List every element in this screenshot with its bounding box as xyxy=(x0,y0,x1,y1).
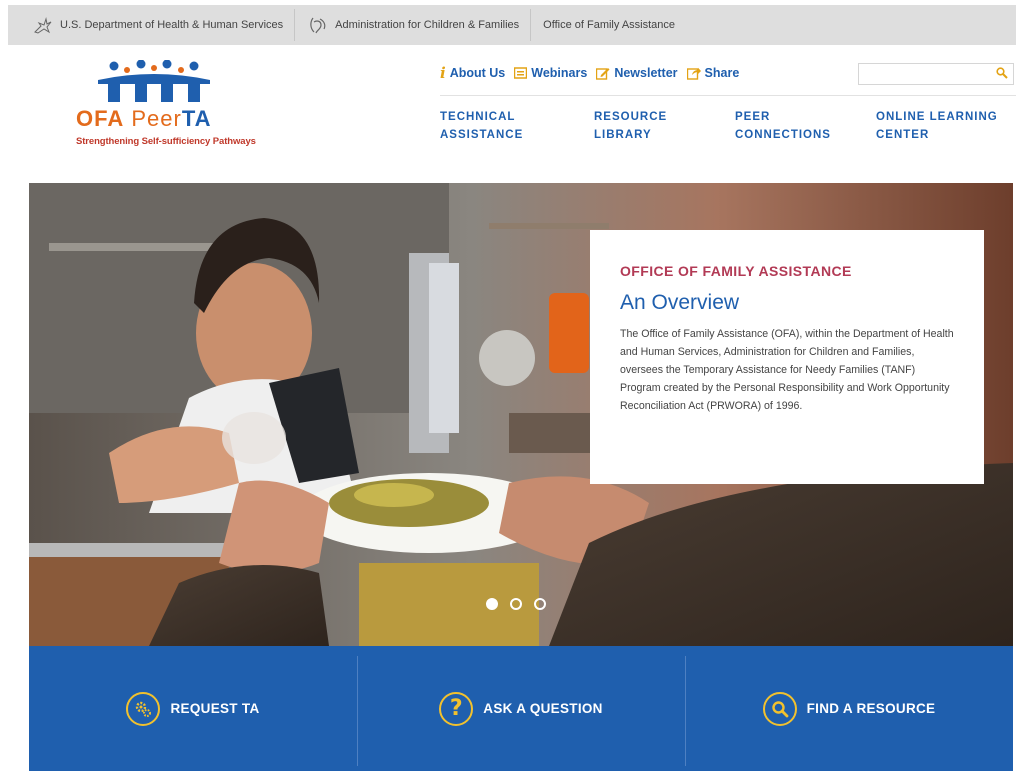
search-icon[interactable] xyxy=(996,67,1008,79)
carousel-dot-2[interactable] xyxy=(510,598,522,610)
overview-body: The Office of Family Assistance (OFA), w… xyxy=(620,328,954,412)
question-mark-icon: ? xyxy=(439,691,474,726)
nav-technical-assistance[interactable]: TECHNICAL ASSISTANCE xyxy=(440,108,523,144)
action-bar: REQUEST TA ? ASK A QUESTION FIND A RESOU… xyxy=(29,646,1013,771)
hhs-eagle-icon xyxy=(34,17,52,34)
webinar-icon xyxy=(514,67,528,79)
request-ta-button[interactable]: REQUEST TA xyxy=(29,646,357,771)
people-logo-icon xyxy=(98,60,210,102)
newsletter-link[interactable]: Newsletter xyxy=(596,66,678,80)
nav-line1: ONLINE LEARNING xyxy=(876,111,998,123)
nav-line1: RESOURCE xyxy=(594,111,668,123)
share-icon xyxy=(686,67,701,80)
hhs-link[interactable]: U.S. Department of Health & Human Servic… xyxy=(8,5,296,45)
nav-resource-library[interactable]: RESOURCE LIBRARY xyxy=(594,108,667,144)
ask-question-button[interactable]: ? ASK A QUESTION xyxy=(357,646,685,771)
share-label: Share xyxy=(704,66,740,80)
nav-line1: TECHNICAL xyxy=(440,111,516,123)
nav-line2: CONNECTIONS xyxy=(735,129,831,141)
webinars-link[interactable]: Webinars xyxy=(514,66,587,80)
info-icon: i xyxy=(440,64,446,82)
overview-eyebrow: OFFICE OF FAMILY ASSISTANCE xyxy=(620,263,852,279)
carousel-dot-3[interactable] xyxy=(534,598,546,610)
ofa-link[interactable]: Office of Family Assistance xyxy=(531,5,687,45)
nav-line2: ASSISTANCE xyxy=(440,129,524,141)
share-link[interactable]: Share xyxy=(686,66,740,80)
acf-link[interactable]: Administration for Children & Families xyxy=(295,5,532,45)
search-box xyxy=(858,63,1014,85)
gears-icon xyxy=(126,691,161,726)
newsletter-label: Newsletter xyxy=(614,66,678,80)
find-resource-button[interactable]: FIND A RESOURCE xyxy=(685,646,1013,771)
newsletter-edit-icon xyxy=(596,67,610,80)
carousel-dot-1[interactable] xyxy=(486,598,498,610)
carousel-dots xyxy=(486,598,546,610)
search-input[interactable] xyxy=(859,64,989,84)
nav-line1: PEER xyxy=(735,111,771,123)
overview-card: OFFICE OF FAMILY ASSISTANCE An Overview … xyxy=(590,230,984,484)
nav-peer-connections[interactable]: PEER CONNECTIONS xyxy=(735,108,831,144)
agency-bar: U.S. Department of Health & Human Servic… xyxy=(8,5,1016,45)
acf-label: Administration for Children & Families xyxy=(335,19,520,31)
nav-line2: LIBRARY xyxy=(594,129,652,141)
magnifier-icon xyxy=(762,691,797,726)
webinars-label: Webinars xyxy=(531,66,588,80)
ofa-label: Office of Family Assistance xyxy=(543,19,676,31)
hhs-label: U.S. Department of Health & Human Servic… xyxy=(60,19,284,31)
acf-family-icon xyxy=(310,17,326,34)
overview-title[interactable]: An Overview xyxy=(620,291,954,315)
about-us-label: About Us xyxy=(449,66,506,80)
find-resource-label: FIND A RESOURCE xyxy=(806,701,936,716)
request-ta-label: REQUEST TA xyxy=(170,701,260,716)
main-nav: TECHNICAL ASSISTANCE RESOURCE LIBRARY PE… xyxy=(0,108,1024,148)
utility-nav: i About Us Webinars Newsletter Share xyxy=(440,64,748,82)
header-divider xyxy=(440,95,1016,96)
ask-question-label: ASK A QUESTION xyxy=(483,701,603,716)
nav-line2: CENTER xyxy=(876,129,930,141)
about-us-link[interactable]: i About Us xyxy=(440,64,505,82)
nav-online-learning-center[interactable]: ONLINE LEARNING CENTER xyxy=(876,108,998,144)
